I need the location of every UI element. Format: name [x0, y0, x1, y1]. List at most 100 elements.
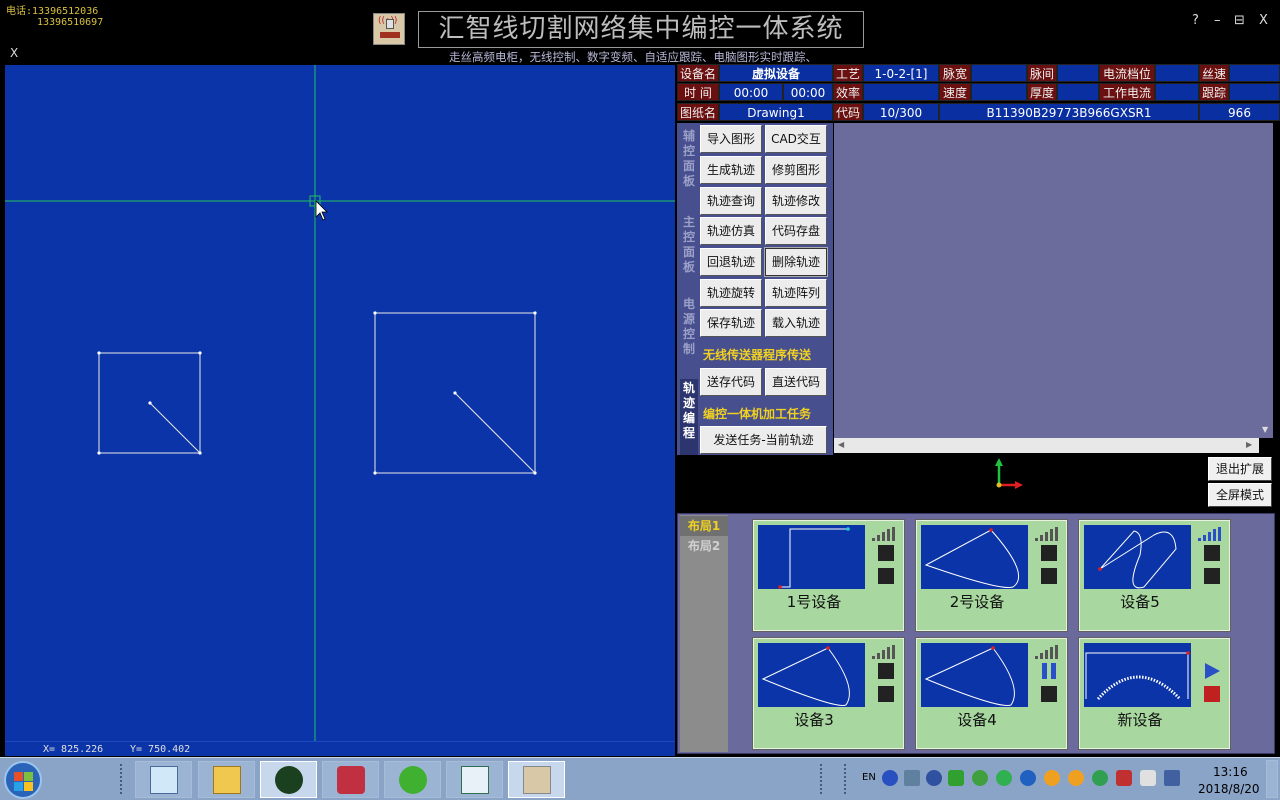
query-track-button[interactable]: 轨迹查询 — [700, 187, 762, 215]
tab-power-control[interactable]: 电源控制 — [680, 297, 698, 357]
show-desktop-button[interactable] — [1266, 760, 1278, 798]
device-card-1[interactable]: 1号设备 — [752, 519, 905, 632]
label-thickness: 厚度 — [1027, 83, 1057, 101]
taskbar-app-signal[interactable] — [322, 761, 379, 798]
send-store-code-button[interactable]: 送存代码 — [700, 368, 762, 396]
layout-tab-1[interactable]: 布局1 — [680, 516, 728, 536]
title-bar: 电话:13396512036 13396510697 X ((•)) 汇智线切割… — [0, 0, 1280, 64]
security-icon[interactable] — [972, 770, 988, 786]
device-name: 设备4 — [957, 711, 997, 729]
device-card-2[interactable]: 2号设备 — [915, 519, 1068, 632]
clock-time[interactable]: 13:16 — [1213, 765, 1248, 779]
label-work-current: 工作电流 — [1099, 83, 1155, 101]
qq-icon-2[interactable] — [1068, 770, 1084, 786]
taskbar-cad[interactable] — [446, 761, 503, 798]
app-subtitle: 走丝高频电柜，无线控制、数字变频、自适应跟踪、电脑图形实时跟踪、 — [449, 50, 817, 64]
notification-icon[interactable] — [926, 770, 942, 786]
taskbar-explorer[interactable] — [198, 761, 255, 798]
windows-logo-icon — [14, 782, 23, 791]
ime-icon[interactable] — [904, 770, 920, 786]
network-app-icon[interactable] — [948, 770, 964, 786]
value-code-string: B11390B29773B966GXSR1 — [939, 103, 1199, 121]
value-drawing-name: Drawing1 — [719, 103, 833, 121]
maximize-button[interactable]: ⊟ — [1234, 13, 1245, 28]
direct-send-code-button[interactable]: 直送代码 — [765, 368, 827, 396]
exit-expand-button[interactable]: 退出扩展 — [1208, 457, 1272, 481]
value-speed — [971, 83, 1027, 101]
taskbar-app-globe[interactable] — [260, 761, 317, 798]
layout-tab-2[interactable]: 布局2 — [680, 536, 728, 556]
play-icon — [1204, 663, 1220, 679]
device-preview — [758, 643, 865, 707]
app-close-x[interactable]: X — [10, 46, 18, 60]
scroll-down-icon[interactable]: ▼ — [1262, 425, 1268, 434]
generate-track-button[interactable]: 生成轨迹 — [700, 156, 762, 184]
taskbar-grip[interactable] — [120, 764, 124, 794]
label-tracking: 跟踪 — [1199, 83, 1229, 101]
scroll-right-icon[interactable]: ▶ — [1246, 440, 1252, 449]
device-name: 新设备 — [1117, 711, 1163, 729]
scroll-left-icon[interactable]: ◀ — [838, 440, 844, 449]
language-indicator[interactable]: EN — [862, 772, 876, 783]
clock-date[interactable]: 2018/8/20 — [1198, 782, 1260, 796]
device-tray-icon[interactable] — [1140, 770, 1156, 786]
shield-icon[interactable] — [1092, 770, 1108, 786]
array-track-button[interactable]: 轨迹阵列 — [765, 279, 827, 307]
wirecut-app-icon — [523, 766, 551, 794]
send-task-button[interactable]: 发送任务-当前轨迹 — [700, 426, 827, 454]
save-code-button[interactable]: 代码存盘 — [765, 217, 827, 245]
browser-tray-icon[interactable] — [996, 770, 1012, 786]
device-card-3[interactable]: 设备3 — [752, 637, 905, 750]
vertical-scrollbar[interactable]: ▼ — [1259, 123, 1273, 438]
tab-main-panel[interactable]: 主控面板 — [680, 215, 698, 275]
qq-icon[interactable] — [1044, 770, 1060, 786]
horizontal-scrollbar[interactable]: ◀ ▶ — [834, 438, 1259, 453]
trim-shape-button[interactable]: 修剪图形 — [765, 156, 827, 184]
modify-track-button[interactable]: 轨迹修改 — [765, 187, 827, 215]
value-time-b: 00:00 — [783, 83, 833, 101]
speaker-icon[interactable] — [1020, 770, 1036, 786]
start-button[interactable] — [4, 761, 42, 799]
label-code: 代码 — [833, 103, 863, 121]
flag-icon[interactable] — [1116, 770, 1132, 786]
device-card-4[interactable]: 设备4 — [915, 637, 1068, 750]
tray-grip[interactable] — [844, 764, 848, 794]
signal-strength-icon — [1198, 527, 1224, 541]
taskbar-wirecut-app[interactable] — [508, 761, 565, 798]
value-work-current — [1155, 83, 1199, 101]
shape-large-square[interactable] — [373, 311, 537, 475]
drawing-canvas[interactable] — [5, 65, 675, 741]
signal-strength-icon — [1035, 645, 1061, 659]
rotate-track-button[interactable]: 轨迹旋转 — [700, 279, 762, 307]
track-list-area[interactable] — [834, 123, 1273, 438]
shape-small-square[interactable] — [97, 351, 202, 455]
close-button[interactable]: X — [1259, 13, 1268, 28]
taskbar-calculator[interactable] — [135, 761, 192, 798]
simulate-track-button[interactable]: 轨迹仿真 — [700, 217, 762, 245]
app-title: 汇智线切割网络集中编控一体系统 — [418, 11, 864, 48]
cad-icon — [461, 766, 489, 794]
taskbar-browser[interactable] — [384, 761, 441, 798]
load-track-button[interactable]: 载入轨迹 — [765, 309, 827, 337]
delete-track-button[interactable]: 删除轨迹 — [764, 247, 828, 277]
stop-square-icon — [878, 686, 894, 702]
device-card-5[interactable]: 设备5 — [1078, 519, 1231, 632]
minimize-button[interactable]: – — [1214, 13, 1221, 28]
tray-grip[interactable] — [820, 764, 824, 794]
import-shape-button[interactable]: 导入图形 — [700, 125, 762, 153]
tab-aux-panel[interactable]: 辅控面板 — [680, 129, 698, 189]
cad-interact-button[interactable]: CAD交互 — [765, 125, 827, 153]
retreat-track-button[interactable]: 回退轨迹 — [700, 248, 762, 276]
signal-strength-icon — [1035, 527, 1061, 541]
status-square-icon — [1204, 545, 1220, 561]
save-track-button[interactable]: 保存轨迹 — [700, 309, 762, 337]
label-pulse-interval: 脉间 — [1027, 64, 1057, 82]
help-icon[interactable] — [882, 770, 898, 786]
help-button[interactable]: ? — [1192, 13, 1199, 28]
layout-tabs: 布局1 布局2 — [680, 515, 728, 752]
fullscreen-button[interactable]: 全屏模式 — [1208, 483, 1272, 507]
device-card-new[interactable]: 新设备 — [1078, 637, 1231, 750]
tab-track-programming[interactable]: 轨迹编程 — [680, 379, 698, 455]
wifi-signal-icon[interactable] — [1164, 770, 1180, 786]
axis-indicator-area: 退出扩展 全屏模式 — [677, 456, 1280, 512]
